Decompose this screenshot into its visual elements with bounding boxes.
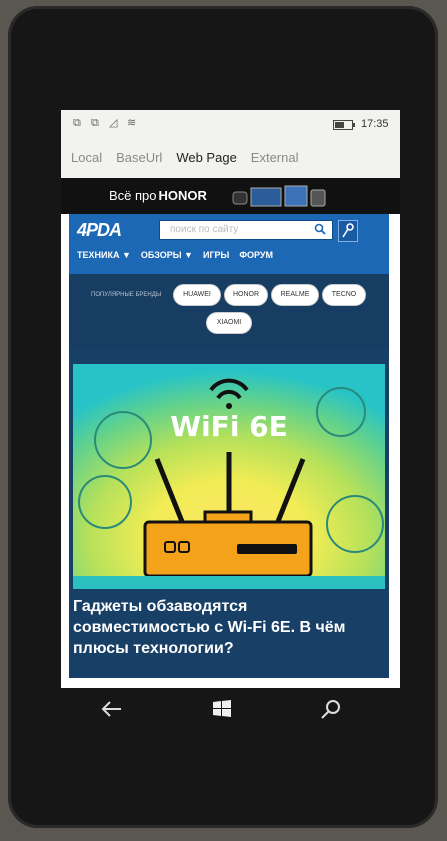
battery-icon	[333, 120, 355, 130]
search-icon[interactable]	[318, 696, 344, 722]
brands-label: ПОПУЛЯРНЫЕ БРЕНДЫ	[91, 292, 162, 298]
status-time: 17:35	[361, 118, 389, 130]
popular-brands: ПОПУЛЯРНЫЕ БРЕНДЫ HUAWEI HONOR REALME TE…	[69, 274, 389, 348]
status-bar: ⧉ ⧉ ◿ ≋ 17:35	[61, 110, 400, 140]
login-button[interactable]	[338, 220, 358, 242]
tab-local[interactable]: Local	[71, 150, 102, 165]
tab-baseurl[interactable]: BaseUrl	[116, 150, 162, 165]
banner-brand: HONOR	[158, 188, 207, 203]
system-nav-bar	[61, 688, 400, 730]
ad-banner[interactable]: Всё про HONOR	[61, 178, 400, 214]
tab-web-page[interactable]: Web Page	[176, 150, 236, 165]
site-nav: ТЕХНИКА ▼ ОБЗОРЫ ▼ ИГРЫ ФОРУМ	[77, 250, 273, 260]
search-input[interactable]: поиск по сайту	[159, 220, 333, 240]
brand-chip-realme[interactable]: REALME	[271, 284, 319, 306]
devices-image	[232, 185, 326, 207]
notification-icon: ⧉	[73, 117, 81, 129]
site-logo[interactable]: 4PDA	[77, 220, 122, 241]
tab-bar: Local BaseUrl Web Page External	[71, 150, 299, 165]
wifi-logo-text: WiFi 6E	[170, 410, 288, 443]
nav-forum[interactable]: ФОРУМ	[239, 250, 273, 260]
banner-prefix: Всё про	[109, 188, 157, 203]
key-icon	[342, 223, 354, 238]
wifi-icon: ≋	[127, 117, 137, 129]
search-icon[interactable]	[314, 223, 326, 235]
brand-chip-honor[interactable]: HONOR	[224, 284, 268, 306]
nav-reviews[interactable]: ОБЗОРЫ ▼	[141, 250, 193, 260]
web-view[interactable]: Всё про HONOR 4PDA поиск по сайту ТЕХНИК…	[61, 178, 400, 688]
nav-games[interactable]: ИГРЫ	[203, 250, 229, 260]
battery-level	[335, 122, 344, 128]
brand-chip-tecno[interactable]: TECNO	[322, 284, 366, 306]
site-header: 4PDA поиск по сайту ТЕХНИКА ▼ ОБЗОРЫ ▼ И…	[69, 214, 389, 274]
notification-icon: ⧉	[91, 117, 99, 129]
article-image[interactable]: WiFi 6E	[73, 364, 385, 589]
brand-chip-huawei[interactable]: HUAWEI	[173, 284, 221, 306]
brand-chip-xiaomi[interactable]: XIAOMI	[206, 312, 252, 334]
article-card[interactable]: WiFi 6E Гаджеты обзаводятся совместимост…	[69, 348, 389, 678]
search-placeholder: поиск по сайту	[170, 224, 239, 235]
phone-screen: ⧉ ⧉ ◿ ≋ 17:35 Local BaseUrl Web Page Ext…	[61, 110, 400, 688]
windows-start-icon[interactable]	[209, 696, 235, 722]
article-title[interactable]: Гаджеты обзаводятся совместимостью с Wi-…	[73, 596, 383, 659]
back-arrow-icon[interactable]	[99, 696, 125, 722]
signal-icon: ◿	[109, 117, 118, 129]
tab-external[interactable]: External	[251, 150, 299, 165]
nav-tech[interactable]: ТЕХНИКА ▼	[77, 250, 131, 260]
